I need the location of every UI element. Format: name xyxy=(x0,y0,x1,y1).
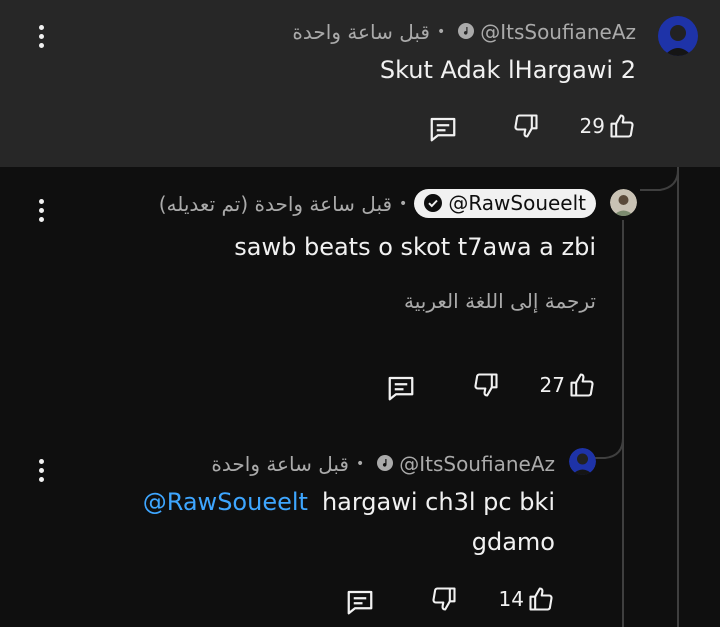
reply-button[interactable] xyxy=(428,114,458,144)
dislike-button[interactable] xyxy=(472,371,500,399)
comment-text: sawb beats o skot t7awa a zbi xyxy=(234,233,596,261)
thumbs-up-icon xyxy=(570,373,594,397)
comment-time[interactable]: قبل ساعة واحدة xyxy=(211,452,349,476)
like-count: 14 xyxy=(498,587,524,611)
reply-icon xyxy=(430,117,456,142)
like-button[interactable]: 27 xyxy=(540,371,596,399)
thumbs-up-icon xyxy=(610,114,634,138)
dislike-button[interactable] xyxy=(430,585,458,613)
like-count: 29 xyxy=(579,114,605,138)
thumbs-up-icon xyxy=(529,587,553,611)
comment-text-line: gdamo xyxy=(471,528,555,556)
more-options-button[interactable] xyxy=(29,454,53,486)
comment-text: @RawSoueelt hargawi ch3l pc bki xyxy=(143,488,555,516)
music-note-icon xyxy=(458,20,475,44)
more-options-button[interactable] xyxy=(29,20,53,52)
comment: @RawSoueelt • قبل ساعة واحدة (تم تعديله)… xyxy=(0,167,720,422)
comment-author[interactable]: @ItsSoufianeAz xyxy=(399,452,555,476)
reply-icon xyxy=(388,376,414,401)
separator: • xyxy=(355,456,365,472)
reply-button[interactable] xyxy=(386,373,416,403)
comment-meta: @ItsSoufianeAz • قبل ساعة واحدة xyxy=(211,452,555,476)
comment: @ItsSoufianeAz • قبل ساعة واحدة @RawSoue… xyxy=(0,422,720,627)
like-count: 27 xyxy=(539,373,565,397)
thumbs-down-icon xyxy=(432,587,456,611)
mention-link[interactable]: @RawSoueelt xyxy=(143,488,308,516)
creator-badge[interactable]: @RawSoueelt xyxy=(414,189,596,218)
like-button[interactable]: 14 xyxy=(499,585,555,613)
translate-link[interactable]: ترجمة إلى اللغة العربية xyxy=(404,289,596,313)
thumbs-down-icon xyxy=(514,114,538,138)
comment-meta: @ItsSoufianeAz • قبل ساعة واحدة xyxy=(292,20,636,44)
reply-icon xyxy=(347,590,373,615)
check-circle-icon xyxy=(424,194,443,212)
separator: • xyxy=(399,195,408,212)
more-options-button[interactable] xyxy=(29,194,53,226)
avatar[interactable] xyxy=(610,189,637,216)
reply-button[interactable] xyxy=(345,587,375,617)
comment-meta: @RawSoueelt • قبل ساعة واحدة (تم تعديله) xyxy=(159,189,596,218)
comment-author: @RawSoueelt xyxy=(448,191,586,215)
comment-text: Skut Adak lHargawi 2 xyxy=(379,56,636,84)
like-button[interactable]: 29 xyxy=(580,112,636,140)
avatar[interactable] xyxy=(658,16,698,56)
music-note-icon xyxy=(377,452,394,476)
separator: • xyxy=(436,24,446,40)
comment: @ItsSoufianeAz • قبل ساعة واحدة Skut Ada… xyxy=(0,0,720,167)
dislike-button[interactable] xyxy=(512,112,540,140)
avatar[interactable] xyxy=(569,448,596,475)
comment-text-line: hargawi ch3l pc bki xyxy=(321,488,555,516)
comment-author[interactable]: @ItsSoufianeAz xyxy=(480,20,636,44)
comment-time[interactable]: قبل ساعة واحدة xyxy=(292,20,430,44)
thumbs-down-icon xyxy=(474,373,498,397)
comment-time[interactable]: قبل ساعة واحدة (تم تعديله) xyxy=(159,192,392,216)
